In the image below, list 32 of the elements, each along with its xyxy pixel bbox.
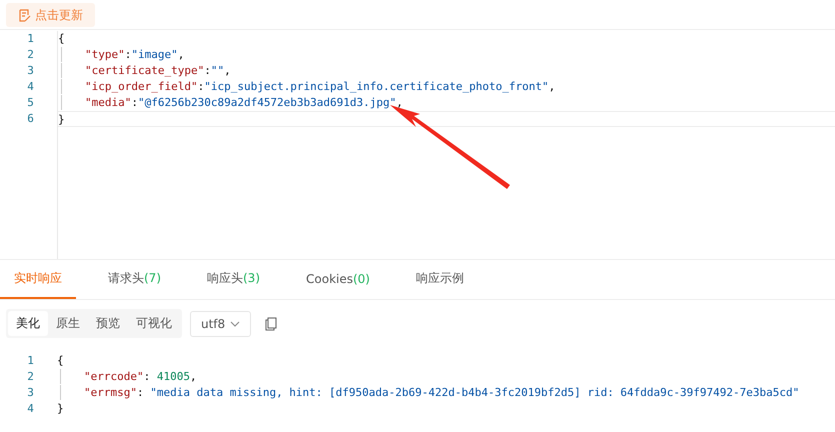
line-number: 1 (26, 31, 35, 47)
line-number: 3 (26, 63, 35, 79)
line-number: 2 (26, 47, 35, 63)
view-mode-tab[interactable]: 原生 (48, 311, 88, 336)
response-tab[interactable]: Cookies(0) (292, 260, 384, 299)
line-number: 6 (26, 111, 35, 127)
code-line: } (58, 112, 65, 126)
copy-icon[interactable] (265, 316, 278, 330)
code-line: "certificate_type":"", (85, 63, 231, 78)
line-number: 3 (26, 385, 35, 401)
code-line: "type":"image", (85, 47, 184, 62)
view-mode-tab[interactable]: 可视化 (128, 311, 180, 336)
response-tab[interactable]: 响应头(3) (193, 260, 274, 299)
line-number: 4 (26, 401, 35, 417)
encoding-dropdown[interactable]: utf8 (190, 310, 252, 336)
view-mode-tab[interactable]: 美化 (8, 311, 48, 336)
line-number: 5 (26, 95, 35, 111)
code-line: "media":"@f6256b230c89a2df4572eb3b3ad691d3.jpg", (85, 95, 403, 110)
chevron-down-icon (230, 320, 240, 326)
response-tab[interactable]: 响应示例 (402, 260, 478, 299)
code-line: { (57, 353, 64, 368)
code-line: "errmsg": "media data missing, hint: [df950ada-2b69-422d-b4b4-3fc2019bf2d5] rid: 64fdda9c-39f97492-7e3ba5cd" (84, 385, 800, 400)
response-tab[interactable]: 请求头(7) (94, 260, 175, 299)
code-line: "errcode": 41005, (84, 369, 197, 384)
edit-document-icon (18, 8, 31, 22)
code-line: } (57, 401, 64, 416)
line-number: 2 (26, 369, 35, 385)
code-line: "icp_order_field":"icp_subject.principal_info.certificate_photo_front", (85, 79, 556, 94)
line-number: 4 (26, 79, 35, 95)
line-number: 1 (26, 353, 35, 369)
code-line: { (58, 31, 65, 46)
view-mode-tab[interactable]: 预览 (88, 311, 128, 336)
